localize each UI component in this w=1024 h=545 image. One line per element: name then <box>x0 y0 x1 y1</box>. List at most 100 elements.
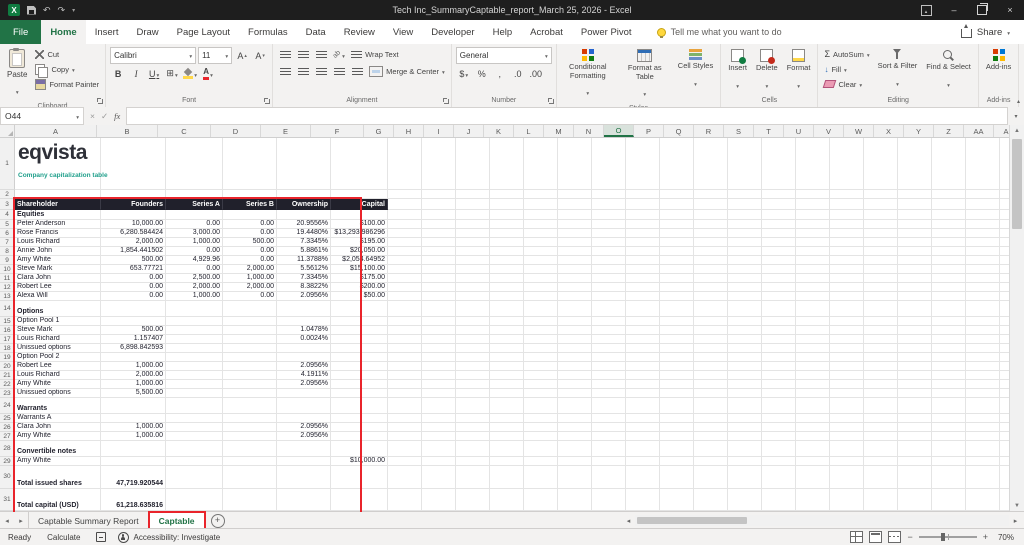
cell[interactable]: $200.00 <box>331 283 388 292</box>
cell[interactable] <box>524 457 558 466</box>
cell[interactable]: Amy White <box>15 432 101 441</box>
cell[interactable] <box>626 362 660 371</box>
cell[interactable] <box>388 335 422 344</box>
column-header-Z[interactable]: Z <box>934 125 964 137</box>
clear-button[interactable]: Clear <box>822 77 871 91</box>
cell[interactable] <box>626 256 660 265</box>
cell[interactable] <box>864 190 898 199</box>
cell[interactable] <box>830 432 864 441</box>
cell[interactable] <box>490 256 524 265</box>
cell[interactable] <box>898 457 932 466</box>
cell[interactable] <box>660 283 694 292</box>
font-size-select[interactable]: 11 <box>198 47 232 64</box>
cell[interactable] <box>762 247 796 256</box>
cell[interactable] <box>694 457 728 466</box>
cell[interactable] <box>762 190 796 199</box>
cell[interactable]: Peter Anderson <box>15 220 101 229</box>
cell[interactable] <box>277 138 331 190</box>
insert-cells-button[interactable]: Insert <box>725 47 750 95</box>
cell[interactable] <box>796 138 830 190</box>
cell[interactable] <box>694 371 728 380</box>
cell[interactable] <box>762 362 796 371</box>
cell[interactable] <box>728 247 762 256</box>
cell[interactable] <box>456 220 490 229</box>
minimize-button[interactable]: – <box>940 0 968 20</box>
cell[interactable] <box>524 380 558 389</box>
cell[interactable] <box>388 398 422 414</box>
cell[interactable] <box>422 301 456 317</box>
cell[interactable] <box>864 398 898 414</box>
cell[interactable] <box>388 326 422 335</box>
cell[interactable] <box>762 210 796 220</box>
cell[interactable] <box>166 190 223 199</box>
cell[interactable] <box>166 489 223 512</box>
cell[interactable] <box>966 317 1000 326</box>
cell[interactable] <box>524 220 558 229</box>
cell-styles-button[interactable]: Cell Styles <box>675 47 716 93</box>
cell[interactable] <box>762 335 796 344</box>
cell[interactable] <box>966 466 1000 489</box>
cell[interactable] <box>592 265 626 274</box>
cell[interactable] <box>898 441 932 457</box>
cell[interactable] <box>728 432 762 441</box>
cell[interactable] <box>728 344 762 353</box>
cell[interactable] <box>490 414 524 423</box>
cell[interactable] <box>796 353 830 362</box>
page-break-view-icon[interactable] <box>888 531 901 543</box>
cell[interactable] <box>592 353 626 362</box>
cell[interactable] <box>864 380 898 389</box>
add-ins-button[interactable]: Add-ins <box>983 47 1014 74</box>
cell[interactable] <box>728 274 762 283</box>
cell[interactable] <box>796 238 830 247</box>
cell[interactable] <box>524 371 558 380</box>
cell[interactable]: 4,929.96 <box>166 256 223 265</box>
cell[interactable] <box>626 220 660 229</box>
cell[interactable] <box>524 398 558 414</box>
cell[interactable] <box>728 265 762 274</box>
cell[interactable] <box>223 301 277 317</box>
cell[interactable]: 3,000.00 <box>166 229 223 238</box>
wrap-text-button[interactable]: Wrap Text <box>349 48 401 62</box>
cell[interactable] <box>898 362 932 371</box>
cell[interactable] <box>864 199 898 210</box>
column-header-K[interactable]: K <box>484 125 514 137</box>
cell[interactable] <box>694 292 728 301</box>
cell[interactable] <box>456 190 490 199</box>
cell[interactable] <box>830 317 864 326</box>
cell[interactable] <box>932 238 966 247</box>
cell[interactable] <box>966 335 1000 344</box>
cell[interactable] <box>277 389 331 398</box>
cell[interactable] <box>728 441 762 457</box>
cell[interactable] <box>422 441 456 457</box>
cell[interactable] <box>762 317 796 326</box>
number-format-select[interactable]: General <box>456 47 552 64</box>
cell[interactable] <box>660 389 694 398</box>
cell[interactable] <box>331 380 388 389</box>
cell[interactable] <box>762 238 796 247</box>
cell[interactable] <box>660 220 694 229</box>
cell[interactable] <box>762 265 796 274</box>
cell[interactable] <box>932 317 966 326</box>
alignment-dialog-launcher-icon[interactable] <box>443 98 450 105</box>
cell[interactable] <box>592 432 626 441</box>
cell[interactable] <box>864 457 898 466</box>
cell[interactable] <box>966 423 1000 432</box>
normal-view-icon[interactable] <box>850 531 863 543</box>
table-header-cell[interactable]: Shareholder <box>15 199 101 210</box>
cell[interactable]: 4.1911% <box>277 371 331 380</box>
cell[interactable]: 2.0956% <box>277 423 331 432</box>
cell[interactable] <box>524 423 558 432</box>
cell[interactable] <box>456 229 490 238</box>
cell[interactable] <box>830 371 864 380</box>
cell[interactable] <box>558 371 592 380</box>
cell[interactable] <box>422 265 456 274</box>
cell[interactable] <box>388 317 422 326</box>
cell[interactable] <box>422 247 456 256</box>
cell[interactable] <box>592 466 626 489</box>
cell[interactable] <box>166 389 223 398</box>
cell[interactable] <box>830 441 864 457</box>
cell[interactable] <box>728 423 762 432</box>
cell[interactable] <box>558 283 592 292</box>
cell[interactable] <box>796 317 830 326</box>
font-dialog-launcher-icon[interactable] <box>264 98 271 105</box>
